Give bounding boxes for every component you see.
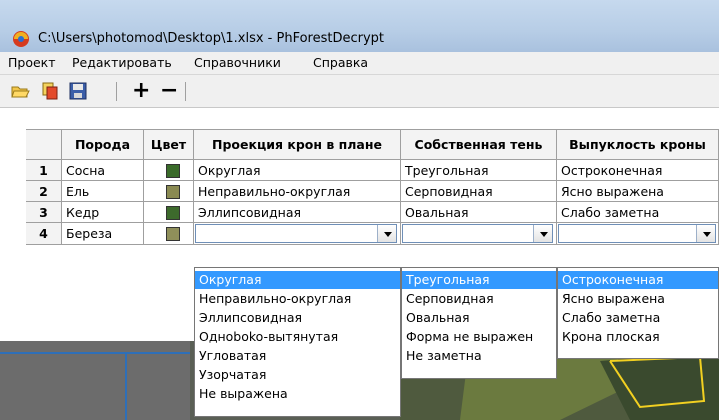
- convexity-dropdown-button[interactable]: [696, 225, 715, 242]
- convexity-cell[interactable]: Остроконечная: [557, 160, 719, 181]
- toolbar-separator: [185, 82, 186, 101]
- menu-edit[interactable]: Редактировать: [72, 55, 172, 70]
- app-icon: [13, 31, 29, 47]
- convexity-cell[interactable]: Ясно выражена: [557, 181, 719, 202]
- open-folder-icon[interactable]: [10, 81, 30, 101]
- title-bar: C:\Users\photomod\Desktop\1.xlsx - PhFor…: [0, 0, 719, 52]
- chevron-down-icon: [384, 232, 392, 237]
- menu-help[interactable]: Справка: [313, 55, 368, 70]
- convexity-combobox[interactable]: [558, 224, 716, 243]
- toolbar: + −: [0, 75, 719, 108]
- column-header-color[interactable]: Цвет: [144, 130, 194, 160]
- shadow-dropdown-list: Треугольная Серповидная Овальная Форма н…: [401, 267, 557, 379]
- shadow-combobox[interactable]: [402, 224, 553, 243]
- menu-bar: Проект Редактировать Справочники Справка: [0, 52, 719, 75]
- color-cell[interactable]: [144, 181, 194, 202]
- shadow-option[interactable]: Форма не выражен: [402, 328, 556, 346]
- projection-dropdown-button[interactable]: [377, 225, 396, 242]
- add-row-button[interactable]: +: [132, 75, 150, 107]
- shadow-cell[interactable]: Треугольная: [401, 160, 557, 181]
- projection-option[interactable]: Узорчатая: [195, 366, 400, 384]
- grid-top-margin: [26, 108, 719, 130]
- species-cell[interactable]: Береза: [62, 223, 144, 245]
- grid-corner: [26, 130, 62, 160]
- projection-option[interactable]: Округлая: [195, 271, 400, 289]
- save-icon[interactable]: [68, 81, 88, 101]
- column-header-convexity[interactable]: Выпуклость кроны: [557, 130, 719, 160]
- projection-cell[interactable]: [194, 223, 401, 245]
- app-window: C:\Users\photomod\Desktop\1.xlsx - PhFor…: [0, 0, 719, 420]
- projection-option[interactable]: Неправильно-округлая: [195, 290, 400, 308]
- color-swatch: [166, 164, 180, 178]
- species-cell[interactable]: Сосна: [62, 160, 144, 181]
- species-cell[interactable]: Кедр: [62, 202, 144, 223]
- convexity-option[interactable]: Крона плоская: [558, 328, 718, 346]
- color-cell[interactable]: [144, 202, 194, 223]
- remove-row-button[interactable]: −: [160, 75, 178, 107]
- shadow-option[interactable]: Треугольная: [402, 271, 556, 289]
- convexity-option[interactable]: Остроконечная: [558, 271, 718, 289]
- convexity-dropdown-list: Остроконечная Ясно выражена Слабо заметн…: [557, 267, 719, 359]
- menu-project[interactable]: Проект: [8, 55, 56, 70]
- row-header[interactable]: 1: [26, 160, 62, 181]
- chevron-down-icon: [540, 232, 548, 237]
- projection-cell[interactable]: Округлая: [194, 160, 401, 181]
- shadow-dropdown-button[interactable]: [533, 225, 552, 242]
- convexity-cell[interactable]: Слабо заметна: [557, 202, 719, 223]
- window-title: C:\Users\photomod\Desktop\1.xlsx - PhFor…: [38, 31, 385, 46]
- row-header[interactable]: 2: [26, 181, 62, 202]
- column-header-projection[interactable]: Проекция крон в плане: [194, 130, 401, 160]
- row-header[interactable]: 3: [26, 202, 62, 223]
- toolbar-separator: [116, 82, 117, 101]
- shadow-cell[interactable]: Серповидная: [401, 181, 557, 202]
- column-header-shadow[interactable]: Собственная тень: [401, 130, 557, 160]
- convexity-cell[interactable]: [557, 223, 719, 245]
- row-header[interactable]: 4: [26, 223, 62, 245]
- menu-references[interactable]: Справочники: [194, 55, 281, 70]
- shadow-option[interactable]: Серповидная: [402, 290, 556, 308]
- chevron-down-icon: [703, 232, 711, 237]
- projection-option[interactable]: Одноboko-вытянутая: [195, 328, 400, 346]
- convexity-option[interactable]: Слабо заметна: [558, 309, 718, 327]
- species-cell[interactable]: Ель: [62, 181, 144, 202]
- column-header-species[interactable]: Порода: [62, 130, 144, 160]
- copy-icon[interactable]: [40, 81, 60, 101]
- shadow-cell[interactable]: Овальная: [401, 202, 557, 223]
- convexity-option[interactable]: Ясно выражена: [558, 290, 718, 308]
- projection-option[interactable]: Эллипсовидная: [195, 309, 400, 327]
- color-swatch: [166, 227, 180, 241]
- projection-option[interactable]: Не выражена: [195, 385, 400, 403]
- shadow-option[interactable]: Не заметна: [402, 347, 556, 365]
- projection-option[interactable]: Угловатая: [195, 347, 400, 365]
- projection-cell[interactable]: Неправильно-округлая: [194, 181, 401, 202]
- projection-combobox[interactable]: [195, 224, 397, 243]
- shadow-cell[interactable]: [401, 223, 557, 245]
- color-swatch: [166, 185, 180, 199]
- color-swatch: [166, 206, 180, 220]
- color-cell[interactable]: [144, 223, 194, 245]
- grid-margin: [0, 108, 26, 341]
- projection-cell[interactable]: Эллипсовидная: [194, 202, 401, 223]
- projection-dropdown-list: Округлая Неправильно-округлая Эллипсовид…: [194, 267, 401, 417]
- shadow-option[interactable]: Овальная: [402, 309, 556, 327]
- color-cell[interactable]: [144, 160, 194, 181]
